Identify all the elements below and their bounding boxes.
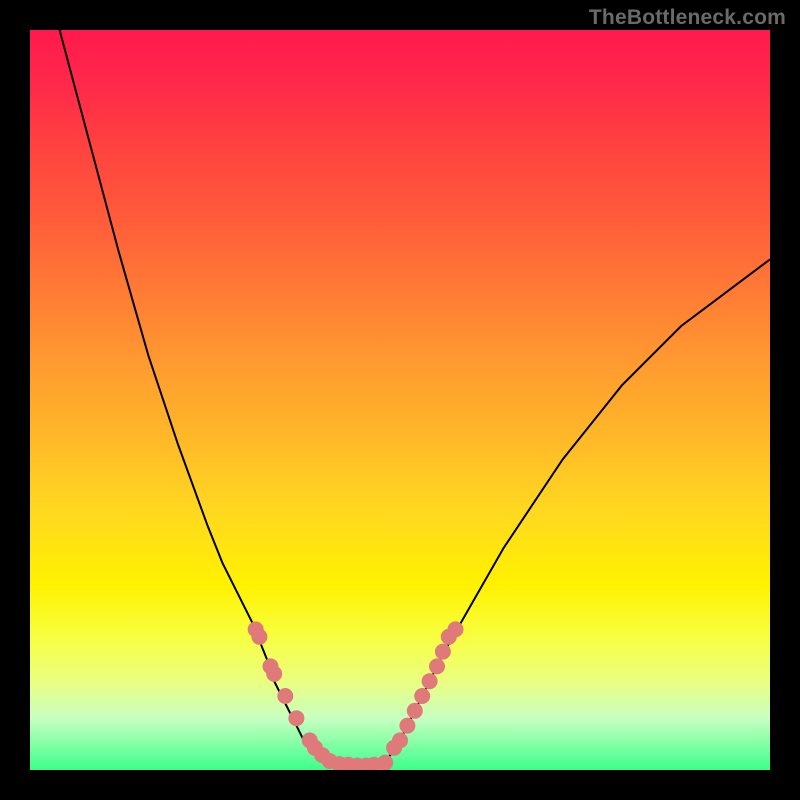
- plot-area: [30, 30, 770, 770]
- dot: [429, 658, 445, 674]
- curve-right: [385, 259, 770, 762]
- dot: [407, 703, 423, 719]
- dot: [448, 621, 464, 637]
- dot: [288, 710, 304, 726]
- dot: [392, 732, 408, 748]
- dot: [414, 688, 430, 704]
- highlight-dots: [248, 621, 464, 770]
- dot: [277, 688, 293, 704]
- watermark-text: TheBottleneck.com: [589, 6, 786, 30]
- chart-svg: [30, 30, 770, 770]
- chart-stage: TheBottleneck.com: [0, 0, 800, 800]
- dot: [399, 718, 415, 734]
- dot: [251, 629, 267, 645]
- dot: [435, 644, 451, 660]
- dot: [422, 673, 438, 689]
- curve-left: [60, 30, 326, 763]
- dot: [377, 755, 393, 770]
- dot: [266, 666, 282, 682]
